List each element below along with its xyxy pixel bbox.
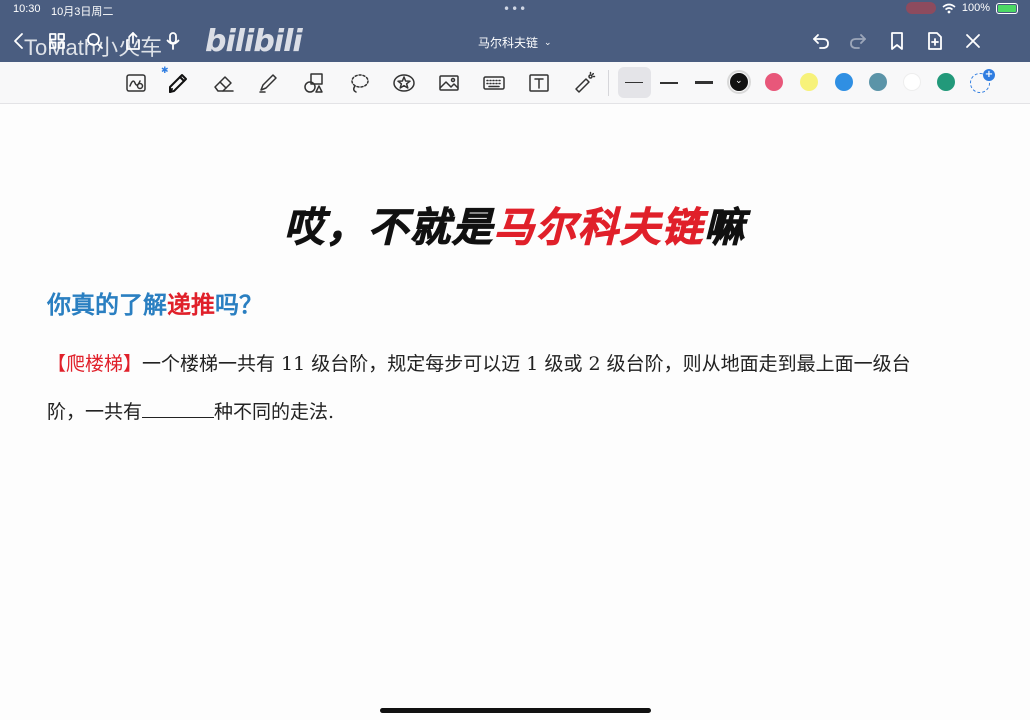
stroke-width-medium-button[interactable] [660, 82, 678, 84]
section-subtitle: 你真的了解递推吗？ [47, 285, 263, 320]
mic-icon[interactable] [162, 30, 184, 52]
headline-text-1: 哎，不就是 [284, 205, 494, 252]
document-title-button[interactable]: 马尔科夫链 ⌄ [478, 34, 552, 51]
bilibili-logo: bilibili [205, 24, 303, 59]
problem-tag: 【爬楼梯】 [47, 353, 143, 375]
status-indicators: 100% [905, 2, 1018, 14]
channel-watermark: ToMath小火车 [24, 35, 163, 60]
subtitle-text-1: 你真的了解 [47, 291, 167, 319]
problem-line-1: 一个楼梯一共有 11 级台阶，规定每步可以迈 1 级或 2 级台阶，则从地面走到… [142, 353, 911, 375]
document-title: 马尔科夫链 [478, 36, 539, 50]
redo-icon[interactable] [847, 30, 869, 52]
color-swatch-green[interactable] [937, 73, 955, 91]
battery-percent: 100% [961, 2, 990, 14]
color-swatch-blue[interactable] [835, 73, 853, 91]
subtitle-text-2: 吗？ [215, 291, 263, 319]
status-time: 10:30 [13, 3, 41, 15]
home-indicator[interactable] [380, 708, 651, 713]
close-icon[interactable] [962, 30, 984, 52]
headline-text-2: 嘛 [704, 205, 746, 252]
color-swatch-teal[interactable] [869, 73, 887, 91]
textbox-icon[interactable] [525, 69, 553, 97]
stroke-width-thick-button[interactable] [695, 81, 713, 84]
shapes-icon[interactable] [300, 69, 328, 97]
add-page-icon[interactable] [924, 30, 946, 52]
multitasking-dots[interactable]: ••• [503, 2, 527, 16]
sticker-icon[interactable] [390, 69, 418, 97]
battery-icon [996, 2, 1018, 14]
color-swatch-pink[interactable] [765, 73, 783, 91]
subtitle-highlight: 递推 [167, 291, 215, 319]
problem-line-2-start: 阶，一共有 [47, 401, 143, 423]
answer-blank [142, 398, 215, 418]
problem-statement: 【爬楼梯】一个楼梯一共有 11 级台阶，规定每步可以迈 1 级或 2 级台阶，则… [47, 340, 997, 436]
page-headline: 哎，不就是马尔科夫链嘛 [0, 195, 1030, 253]
wifi-icon [942, 3, 956, 13]
headline-highlight: 马尔科夫链 [494, 205, 704, 252]
app-top-bar: 10:30 10月3日周二 ••• 100% ToMath小火车 bilibil… [0, 0, 1030, 62]
status-date: 10月3日周二 [51, 6, 114, 18]
selected-color-check-icon: ⌄ [735, 76, 743, 86]
color-swatch-white[interactable] [903, 73, 921, 91]
bookmark-icon[interactable] [886, 30, 908, 52]
image-icon[interactable] [435, 69, 463, 97]
color-swatch-yellow[interactable] [800, 73, 818, 91]
undo-icon[interactable] [810, 30, 832, 52]
laser-pointer-icon[interactable] [570, 69, 598, 97]
eraser-icon[interactable] [210, 69, 238, 97]
keyboard-icon[interactable] [480, 69, 508, 97]
problem-line-2-end: 种不同的走法. [214, 401, 335, 423]
add-color-plus-icon: + [983, 69, 995, 81]
lasso-icon[interactable] [345, 69, 373, 97]
chevron-down-icon: ⌄ [544, 37, 552, 48]
toolbar-divider [608, 70, 609, 96]
handwriting-search-icon[interactable] [122, 69, 150, 97]
highlighter-icon[interactable] [254, 69, 282, 97]
recording-indicator [905, 2, 936, 14]
pen-icon[interactable] [164, 69, 192, 97]
stroke-width-thin [625, 82, 643, 83]
